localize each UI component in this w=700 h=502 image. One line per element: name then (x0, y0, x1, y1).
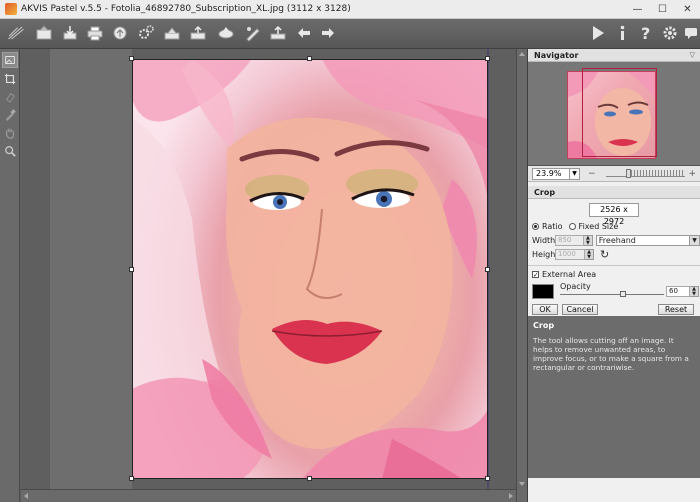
width-label: Width (532, 236, 556, 245)
chevron-down-icon[interactable]: ▼ (689, 236, 699, 245)
external-area-label: External Area (542, 270, 597, 279)
scroll-left-icon[interactable] (24, 493, 28, 499)
external-area-checkbox[interactable]: ✓ (532, 271, 539, 279)
toolbar: ? (0, 19, 700, 49)
crop-header: Crop (528, 186, 700, 199)
preferences-icon[interactable] (660, 23, 680, 43)
crop-size-readout: 2526 x 2972 (589, 203, 639, 226)
crop-tool-icon[interactable] (2, 52, 18, 68)
hand-icon[interactable] (2, 125, 18, 141)
scroll-right-icon[interactable] (509, 493, 513, 499)
zoom-slider-thumb[interactable] (625, 168, 631, 178)
crop-handle[interactable] (485, 476, 490, 481)
crop-handle[interactable] (129, 476, 134, 481)
horizontal-scrollbar[interactable] (21, 489, 516, 502)
navigator-title: Navigator (534, 51, 579, 60)
pastel-logo-icon (4, 23, 28, 43)
vertical-scrollbar[interactable] (516, 49, 527, 502)
opacity-slider[interactable] (560, 294, 664, 295)
eyedropper-icon[interactable] (2, 107, 18, 123)
print-icon[interactable] (85, 23, 105, 43)
scroll-down-icon[interactable] (519, 482, 525, 486)
outside-crop-area (50, 49, 132, 489)
zoom-dropdown-icon[interactable]: ▼ (570, 167, 580, 180)
fixed-size-radio[interactable] (568, 223, 576, 230)
maximize-button[interactable]: ☐ (650, 0, 675, 19)
run-icon[interactable] (588, 23, 608, 43)
zoom-input[interactable]: 23.9% (532, 167, 570, 180)
help-panel: Crop The tool allows cutting off an imag… (528, 316, 700, 478)
title-bar: AKVIS Pastel v.5.5 - Fotolia_46892780_Su… (0, 0, 700, 19)
height-input[interactable]: 1000 (555, 249, 585, 260)
redo-icon[interactable] (318, 23, 338, 43)
scroll-up-icon[interactable] (519, 52, 525, 56)
zoom-out-button[interactable]: − (588, 169, 596, 179)
reset-button[interactable]: Reset (658, 303, 694, 315)
preset-select[interactable]: Freehand ▼ (595, 235, 700, 246)
crop-handle[interactable] (307, 476, 312, 481)
ok-button[interactable]: OK (532, 303, 558, 315)
crop-frame[interactable] (132, 59, 488, 479)
ratio-label: Ratio (542, 222, 563, 231)
settings-batch-icon[interactable] (136, 23, 156, 43)
crop-handle[interactable] (485, 267, 490, 272)
after-icon[interactable] (188, 23, 208, 43)
cancel-button[interactable]: Cancel (562, 303, 598, 315)
settings-panel: Navigator ▽ 23.9% ▼ − + Crop 2526 x 2972… (527, 49, 700, 502)
crop-handle[interactable] (307, 56, 312, 61)
zoom-in-button[interactable]: + (688, 169, 696, 179)
opacity-stepper[interactable]: ▲ ▼ (690, 285, 699, 297)
width-input[interactable]: 850 (555, 235, 585, 246)
help-icon[interactable]: ? (636, 23, 656, 43)
height-stepper[interactable]: ▲ ▼ (585, 249, 594, 260)
opacity-slider-thumb[interactable] (620, 291, 626, 297)
window-title: AKVIS Pastel v.5.5 - Fotolia_46892780_Su… (21, 4, 351, 14)
width-stepper[interactable]: ▲ ▼ (584, 235, 593, 246)
presets-icon[interactable] (216, 23, 236, 43)
paint-icon[interactable] (243, 23, 263, 43)
opacity-input[interactable]: 60 (666, 285, 690, 297)
eraser-icon[interactable] (2, 89, 18, 105)
info-icon[interactable] (612, 23, 632, 43)
navigator-view[interactable] (528, 62, 700, 166)
crop-handle[interactable] (485, 56, 490, 61)
image-canvas[interactable] (21, 49, 516, 489)
zoom-row: 23.9% ▼ − + (528, 166, 700, 182)
comment-icon[interactable] (681, 23, 700, 43)
crop-icon[interactable] (2, 71, 18, 87)
help-text: The tool allows cutting off an image. It… (533, 336, 689, 372)
tools-panel (0, 49, 20, 502)
fixed-size-label: Fixed Size (578, 222, 619, 231)
zoom-icon[interactable] (2, 143, 18, 159)
navigator-header[interactable]: Navigator ▽ (528, 49, 700, 62)
crop-handle[interactable] (129, 267, 134, 272)
preset-value: Freehand (598, 236, 636, 245)
external-color-swatch[interactable] (532, 283, 554, 299)
before-icon[interactable] (162, 23, 182, 43)
minimize-button[interactable]: — (625, 0, 650, 19)
opacity-label: Opacity (560, 282, 591, 291)
height-label: Height (532, 250, 559, 259)
ratio-radio[interactable] (532, 223, 539, 230)
swap-icon[interactable]: ↻ (600, 248, 609, 261)
save-icon[interactable] (60, 23, 80, 43)
collapse-icon[interactable]: ▽ (690, 49, 695, 62)
close-button[interactable]: ✕ (675, 0, 700, 19)
zoom-slider[interactable] (605, 168, 686, 178)
app-logo-icon (5, 3, 17, 15)
help-title: Crop (533, 321, 555, 330)
svg-text:?: ? (641, 24, 650, 42)
crop-handle[interactable] (129, 56, 134, 61)
upload-icon[interactable] (268, 23, 288, 43)
share-icon[interactable] (110, 23, 130, 43)
navigator-viewport-frame[interactable] (582, 68, 657, 157)
undo-icon[interactable] (294, 23, 314, 43)
open-icon[interactable] (34, 23, 54, 43)
